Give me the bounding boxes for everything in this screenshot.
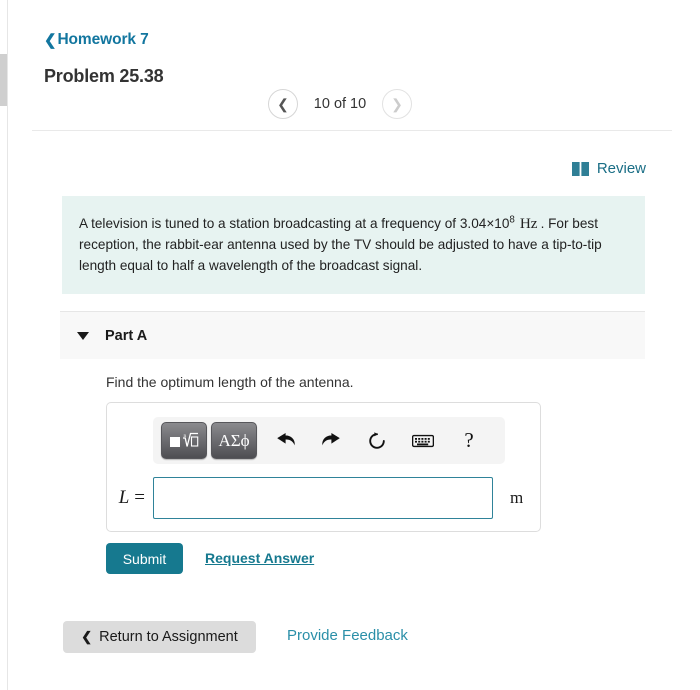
math-toolbar: n ΑΣϕ ?	[153, 417, 505, 464]
request-answer-link[interactable]: Request Answer	[205, 550, 314, 566]
keyboard-icon	[412, 434, 434, 447]
help-button[interactable]: ?	[451, 424, 487, 458]
caret-down-icon[interactable]	[77, 331, 89, 340]
redo-arrow-icon	[321, 433, 340, 446]
page-scrollbar[interactable]	[0, 0, 8, 690]
part-a-label: Part A	[105, 327, 148, 344]
undo-arrow-icon	[276, 433, 295, 446]
refresh-icon	[369, 431, 385, 449]
return-label: Return to Assignment	[99, 629, 238, 645]
answer-unit: m	[510, 488, 524, 507]
page-title: Problem 25.38	[44, 66, 164, 86]
nth-root-icon: n	[170, 432, 199, 447]
submit-button[interactable]: Submit	[106, 543, 183, 574]
header-divider	[32, 130, 672, 131]
keyboard-button[interactable]	[405, 424, 441, 458]
svg-text:n: n	[184, 433, 187, 439]
question-mark-icon: ?	[464, 428, 474, 452]
answer-input[interactable]	[153, 477, 493, 519]
chevron-right-icon: ❯	[391, 96, 403, 112]
statement-exponent: 8	[509, 214, 515, 226]
part-a-header[interactable]: Part A	[60, 311, 645, 359]
answer-variable: L	[118, 487, 130, 508]
statement-text-part1: A television is tuned to a station broad…	[79, 216, 510, 231]
chevron-left-icon: ❮	[44, 31, 57, 49]
answer-row: L = m	[107, 477, 542, 519]
reset-button[interactable]	[359, 424, 395, 458]
chevron-left-icon: ❮	[277, 96, 289, 112]
review-button[interactable]: Review	[571, 160, 646, 177]
part-a-prompt: Find the optimum length of the antenna.	[106, 374, 354, 390]
chevron-left-icon: ❮	[81, 629, 93, 644]
greek-symbols-button[interactable]: ΑΣϕ	[211, 422, 257, 459]
review-label: Review	[596, 160, 646, 177]
breadcrumb[interactable]: ❮ Homework 7	[44, 31, 149, 49]
statement-unit: Hz	[519, 215, 538, 232]
redo-button[interactable]	[313, 424, 349, 458]
problem-page: ❮ Homework 7 Problem 25.38 ❮ 10 of 10 ❯ …	[0, 0, 700, 690]
answer-panel: n ΑΣϕ ? L = m	[106, 402, 541, 532]
math-template-button[interactable]: n	[161, 422, 207, 459]
undo-button[interactable]	[267, 424, 303, 458]
problem-statement: A television is tuned to a station broad…	[62, 196, 645, 294]
answer-equals: =	[134, 487, 145, 508]
provide-feedback-link[interactable]: Provide Feedback	[287, 627, 408, 644]
book-icon	[571, 161, 589, 176]
return-to-assignment-button[interactable]: ❮ Return to Assignment	[63, 621, 256, 653]
answer-lhs: L =	[107, 487, 153, 509]
pagination: ❮ 10 of 10 ❯	[268, 89, 412, 119]
scrollbar-thumb[interactable]	[0, 54, 7, 106]
pager-next-button[interactable]: ❯	[382, 89, 412, 119]
pager-prev-button[interactable]: ❮	[268, 89, 298, 119]
breadcrumb-label: Homework 7	[57, 31, 149, 48]
greek-icon: ΑΣϕ	[218, 430, 250, 450]
pager-label: 10 of 10	[313, 96, 367, 112]
